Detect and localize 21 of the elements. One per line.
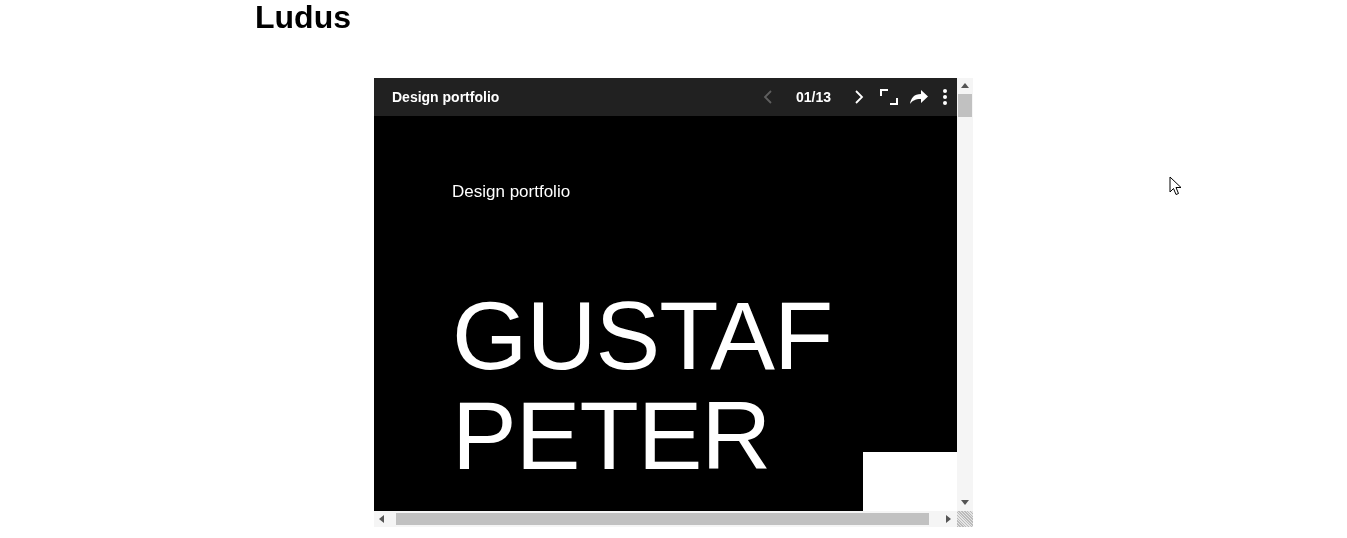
scroll-down-icon: [961, 500, 969, 505]
more-icon[interactable]: [941, 88, 949, 106]
scroll-left-icon: [379, 515, 384, 523]
slide-subtitle: Design portfolio: [452, 181, 571, 203]
resize-corner[interactable]: [957, 511, 973, 527]
page-title: Ludus: [255, 0, 351, 34]
chevron-right-icon: [854, 90, 864, 104]
scroll-up-icon: [961, 83, 969, 88]
scroll-thumb[interactable]: [396, 513, 929, 525]
fullscreen-icon[interactable]: [879, 88, 899, 106]
chevron-left-icon: [762, 90, 773, 104]
horizontal-scrollbar[interactable]: [374, 511, 957, 527]
page-counter: 01/13: [795, 87, 831, 107]
slide-heading-line: PETER: [452, 386, 771, 486]
viewer-title: Design portfolio: [392, 87, 500, 107]
scroll-thumb[interactable]: [958, 94, 972, 117]
vertical-scrollbar[interactable]: [957, 78, 973, 511]
scroll-right-icon: [946, 515, 951, 523]
cursor-icon: [1169, 176, 1182, 196]
share-icon[interactable]: [909, 88, 929, 106]
slide-heading-line: GUSTAF: [452, 286, 833, 386]
